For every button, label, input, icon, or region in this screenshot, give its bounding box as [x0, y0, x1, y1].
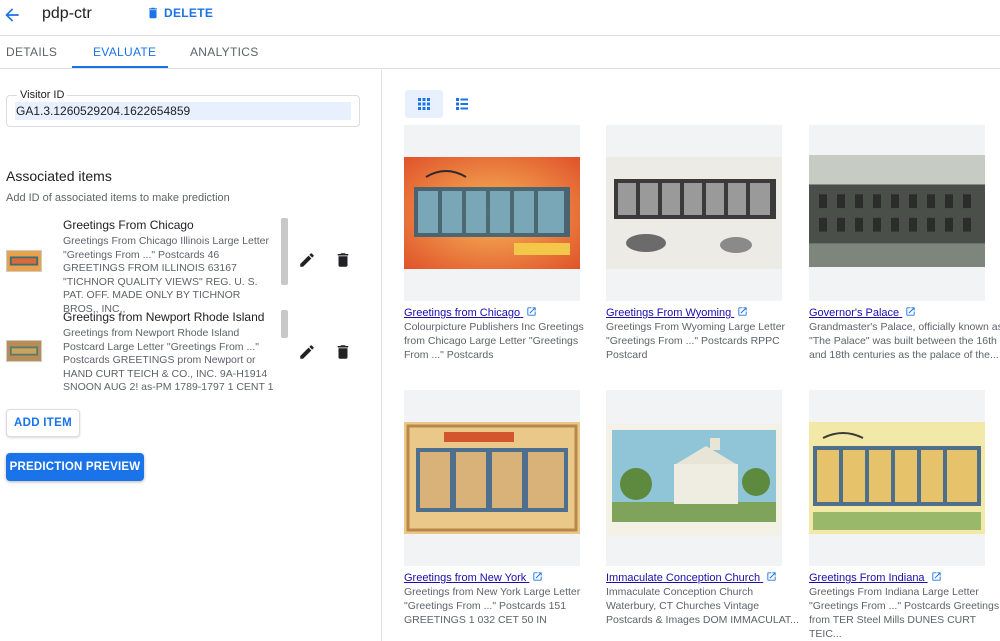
open-in-new-icon: [527, 307, 536, 316]
item-scrollbar[interactable]: [281, 218, 288, 285]
postcard-image[interactable]: [404, 157, 580, 269]
result-link[interactable]: Greetings from New York: [404, 571, 543, 584]
open-in-new-icon: [932, 572, 941, 581]
item-thumbnail: [6, 250, 42, 272]
delete-label: DELETE: [164, 6, 214, 20]
visitor-id-field[interactable]: Visitor ID: [6, 89, 360, 127]
open-in-new-icon: [767, 572, 776, 581]
top-bar: pdp-ctr DELETE: [0, 0, 1000, 36]
result-description: Immaculate Conception Church Waterbury, …: [606, 586, 799, 626]
delete-item-icon[interactable]: [334, 343, 352, 361]
edit-icon[interactable]: [298, 251, 316, 269]
associated-items-heading: Associated items: [6, 168, 112, 184]
open-in-new-icon: [738, 307, 747, 316]
item-description: Greetings from Newport Rhode Island Post…: [63, 327, 274, 394]
tab-bar: DETAILS EVALUATE ANALYTICS: [0, 36, 1000, 69]
result-description: Colourpicture Publishers Inc Greetings f…: [404, 321, 584, 361]
postcard-image[interactable]: [606, 424, 782, 536]
item-thumbnail: [6, 340, 42, 362]
active-tab-indicator: [72, 66, 168, 68]
delete-button[interactable]: DELETE: [146, 6, 213, 20]
tab-details[interactable]: DETAILS: [6, 45, 57, 59]
item-description: Greetings From Chicago Illinois Large Le…: [63, 235, 270, 315]
result-description: Greetings from New York Large Letter "Gr…: [404, 586, 581, 626]
item-title: Greetings from Newport Rhode Island: [63, 310, 265, 324]
grid-view-icon: [418, 98, 430, 110]
delete-item-icon[interactable]: [334, 251, 352, 269]
results-panel: Greetings from Chicago Colourpicture Pub…: [383, 70, 1000, 641]
tab-evaluate[interactable]: EVALUATE: [93, 45, 156, 59]
prediction-preview-button[interactable]: PREDICTION PREVIEW: [6, 453, 144, 481]
list-view-icon: [456, 98, 468, 110]
visitor-id-input[interactable]: [15, 102, 351, 120]
visitor-id-label: Visitor ID: [17, 89, 68, 101]
postcard-image[interactable]: [404, 422, 580, 534]
result-title: Immaculate Conception Church: [606, 572, 761, 584]
result-link[interactable]: Greetings From Indiana: [809, 571, 942, 584]
page-title: pdp-ctr: [42, 5, 92, 22]
result-description: Grandmaster's Palace, officially known a…: [809, 321, 1000, 361]
result-description: Greetings From Wyoming Large Letter "Gre…: [606, 321, 786, 361]
result-title: Governor's Palace: [809, 307, 900, 319]
postcard-image[interactable]: [809, 155, 985, 267]
result-title: Greetings From Indiana: [809, 572, 925, 584]
open-in-new-icon: [906, 307, 915, 316]
item-title: Greetings From Chicago: [63, 218, 194, 232]
postcard-image[interactable]: [606, 157, 782, 269]
grid-view-button[interactable]: [405, 90, 443, 118]
add-item-button[interactable]: ADD ITEM: [6, 409, 80, 437]
result-title: Greetings from New York: [404, 572, 527, 584]
back-arrow-icon[interactable]: [2, 5, 22, 25]
result-link[interactable]: Immaculate Conception Church: [606, 571, 777, 584]
result-title: Greetings from Chicago: [404, 307, 521, 319]
result-link[interactable]: Greetings from Chicago: [404, 306, 537, 319]
result-link[interactable]: Greetings From Wyoming: [606, 306, 748, 319]
item-scrollbar[interactable]: [281, 310, 288, 338]
result-title: Greetings From Wyoming: [606, 307, 732, 319]
result-description: Greetings From Indiana Large Letter "Gre…: [809, 586, 1000, 640]
result-link[interactable]: Governor's Palace: [809, 306, 916, 319]
edit-icon[interactable]: [298, 343, 316, 361]
open-in-new-icon: [533, 572, 542, 581]
left-panel: Visitor ID Associated items Add ID of as…: [0, 70, 382, 641]
associated-items-hint: Add ID of associated items to make predi…: [6, 192, 230, 204]
trash-icon: [148, 7, 158, 19]
postcard-image[interactable]: [809, 422, 985, 534]
tab-analytics[interactable]: ANALYTICS: [190, 45, 259, 59]
list-view-button[interactable]: [443, 90, 481, 118]
